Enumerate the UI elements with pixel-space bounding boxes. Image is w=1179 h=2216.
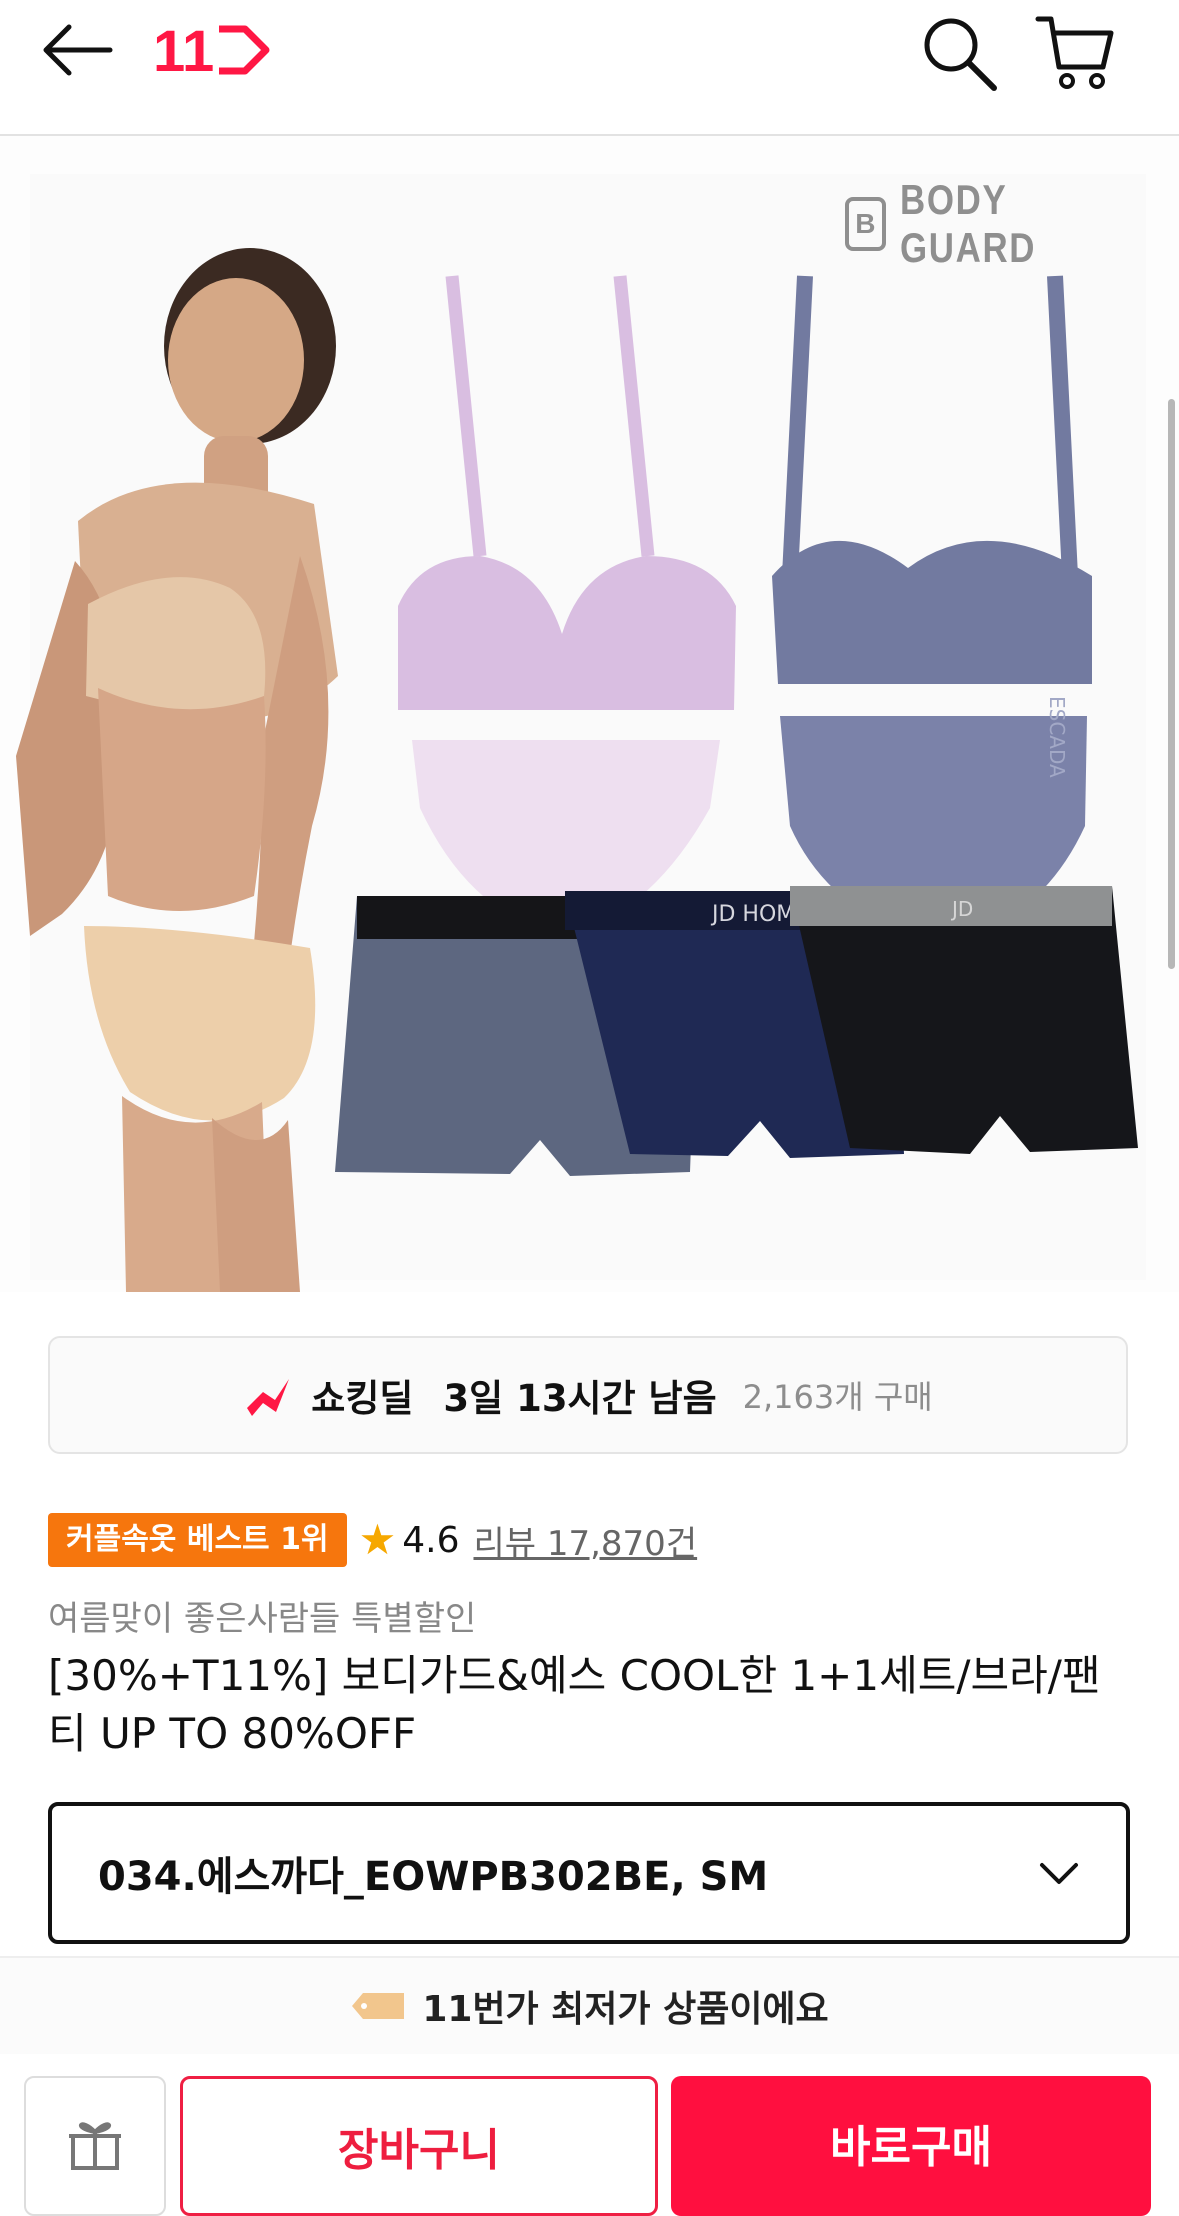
purchase-count: 2,163개 구매 [742,1378,933,1416]
search-icon[interactable] [914,8,1004,98]
jd-label: JD [950,897,973,921]
selected-option: 034.에스까다_EOWPB302BE, SM [98,1854,769,1900]
cart-icon[interactable] [1030,6,1120,96]
brand-logo: B BODY GUARD [845,176,1179,272]
promotion-text: 여름맞이 좋은사람들 특별할인 [48,1599,477,1639]
body-guard-mark: B [845,197,886,251]
best-seller-badge: 커플속옷 베스트 1위 [48,1513,347,1567]
review-link[interactable]: 리뷰 17,870건 [473,1516,697,1565]
brand-name: BODY GUARD [899,176,1036,271]
blue-set-illustration: ESCADA [772,275,1092,946]
model-illustration [16,248,338,1292]
logo-text: 11 [153,19,214,81]
image-scrollbar[interactable] [1168,399,1175,969]
gift-button[interactable] [24,2076,166,2216]
shocking-deal-icon [247,1379,290,1416]
deal-name: 쇼킹딜 [311,1377,414,1420]
product-title: [30%+T11%] 보디가드&예스 COOL한 1+1세트/브라/팬티 UP … [48,1651,1101,1758]
star-icon: ★ [358,1515,397,1564]
back-arrow-icon[interactable] [36,15,120,85]
buy-now-button[interactable]: 바로구매 [671,2076,1151,2216]
product-badges: 커플속옷 베스트 1위 ★ 4.6 리뷰 17,870건 [48,1512,697,1568]
eleven-street-logo[interactable]: 11 [150,14,275,86]
top-navigation-bar: 11 [0,0,1179,136]
price-tag-icon [352,1993,405,2019]
deal-time-left: 3일 13시간 남음 [443,1377,717,1420]
gift-icon [69,2122,121,2170]
add-to-cart-button[interactable]: 장바구니 [180,2076,658,2216]
lowest-price-text: 11번가 최저가 상품이에요 [422,1989,829,2030]
product-image-area[interactable]: ESCADA JD HOMME JD B BODY GUARD [0,136,1179,1292]
escada-label: ESCADA [1045,696,1069,778]
rating-value: 4.6 [402,1519,460,1561]
option-selector[interactable]: 034.에스까다_EOWPB302BE, SM [48,1802,1130,1944]
pink-set-illustration [398,275,736,936]
chevron-down-icon [1040,1863,1078,1884]
product-image: ESCADA JD HOMME JD [16,248,1138,1292]
boxer-briefs-illustration: JD HOMME JD [335,886,1138,1176]
purchase-action-bar: 장바구니 바로구매 [0,2054,1179,2216]
lowest-price-notice: 11번가 최저가 상품이에요 [0,1956,1179,2056]
shocking-deal-banner[interactable]: 쇼킹딜 3일 13시간 남음 2,163개 구매 [48,1336,1128,1454]
